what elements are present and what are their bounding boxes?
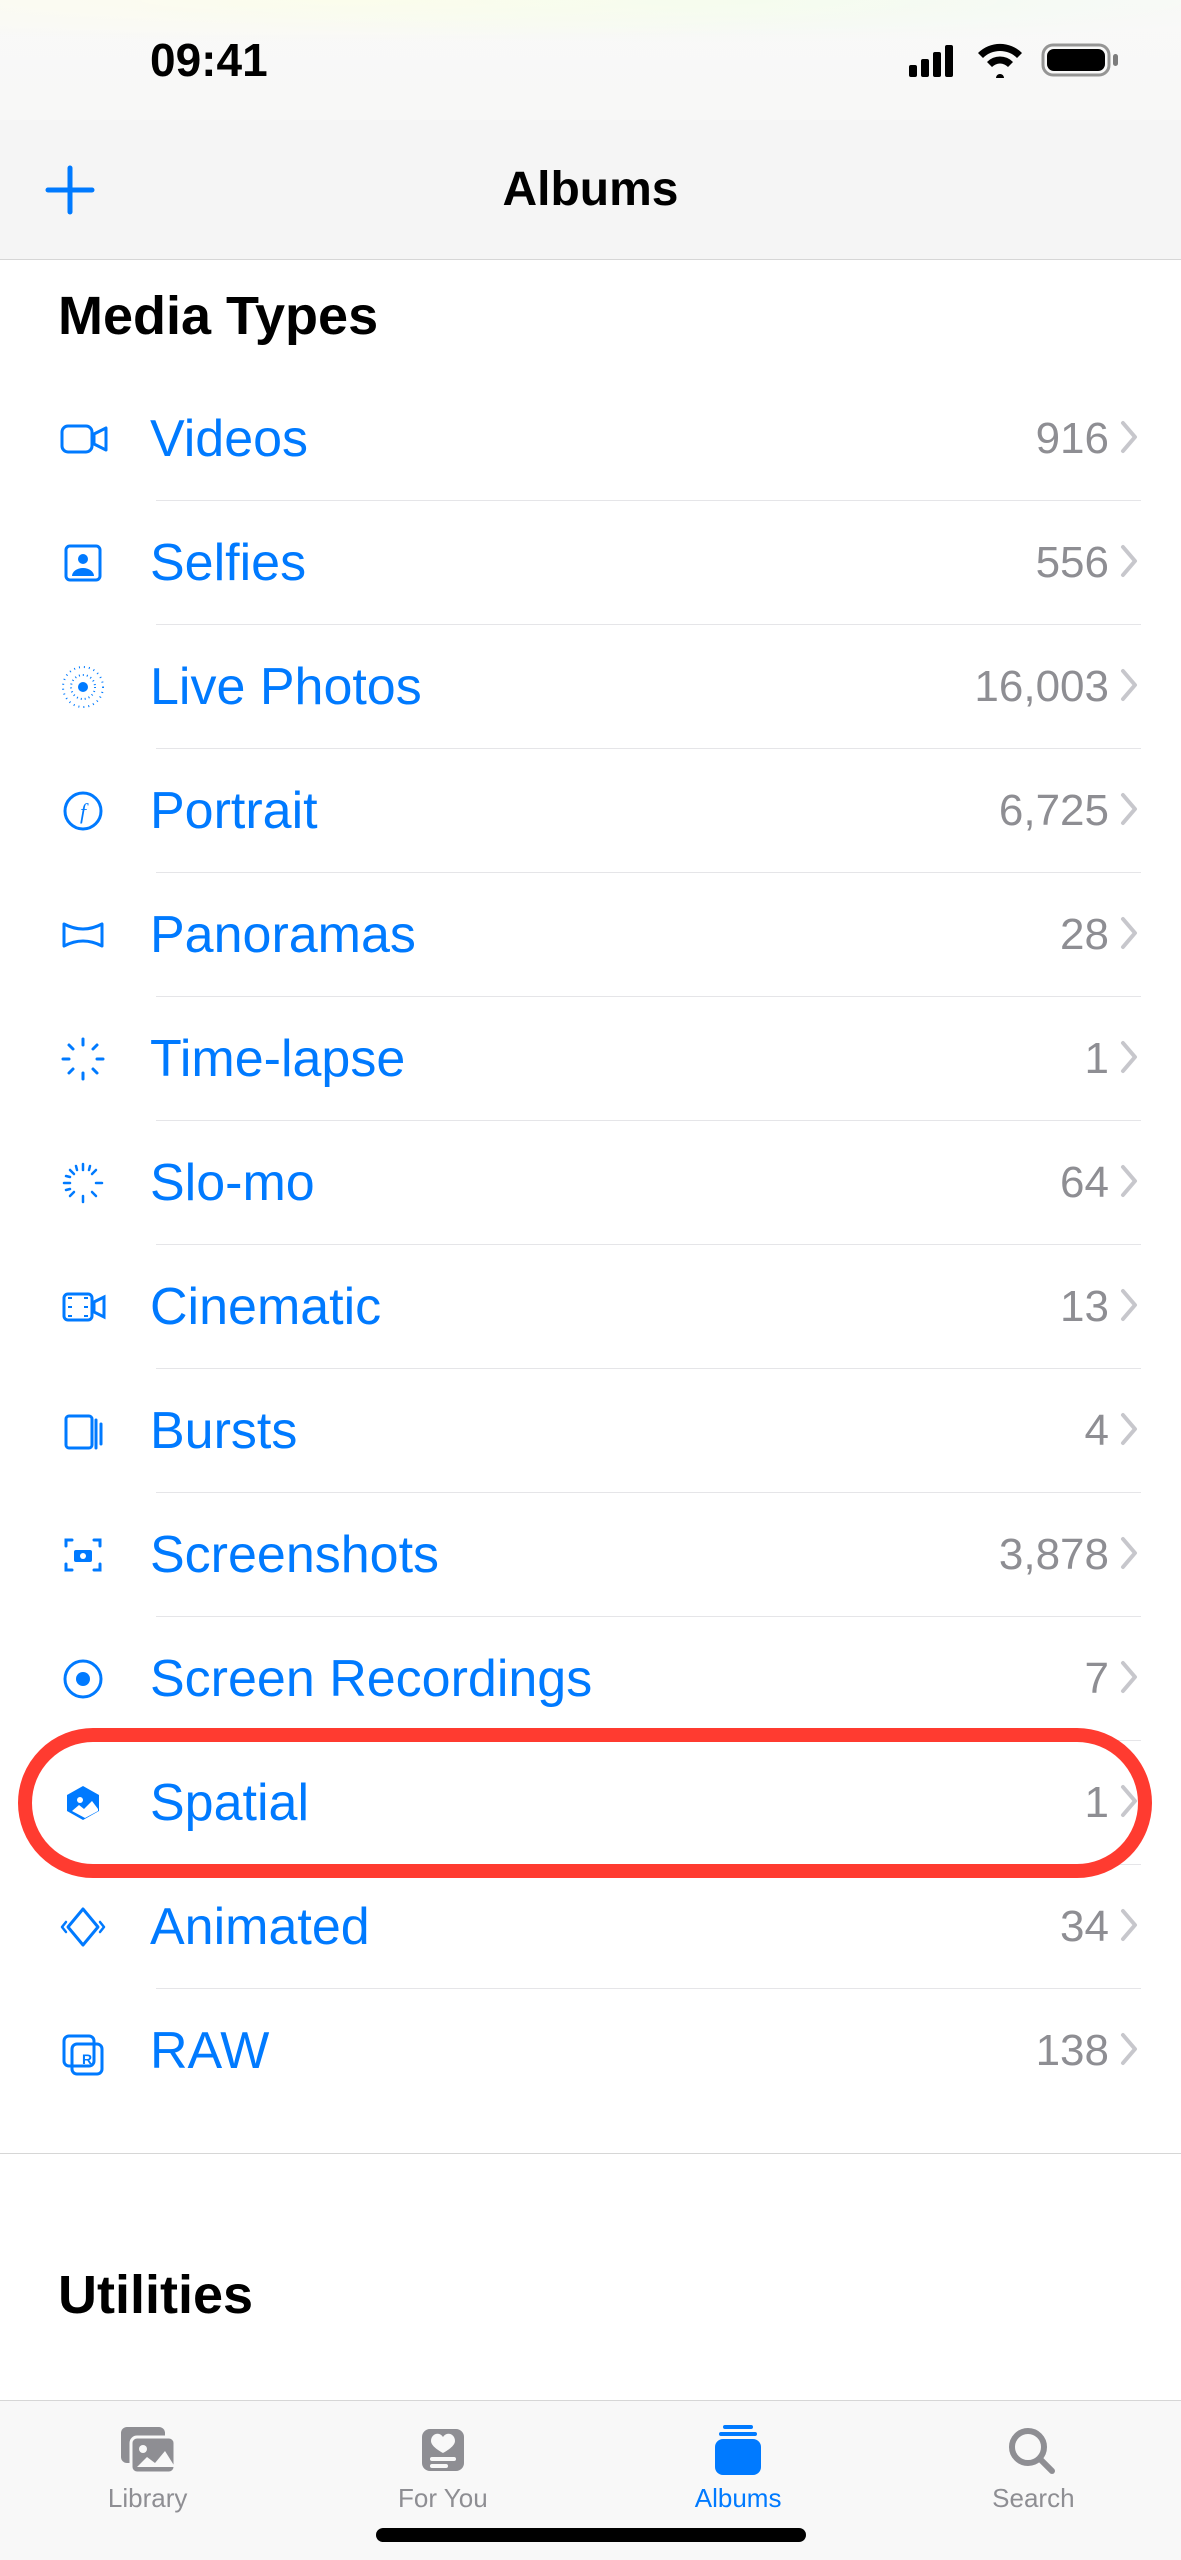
media-row-timelapse[interactable]: Time-lapse 1 [0,997,1181,1121]
selfie-icon [58,538,108,588]
screenshot-icon [58,1530,108,1580]
row-count: 1 [1085,1034,1109,1084]
row-label: Videos [150,409,1036,469]
portrait-icon [58,786,108,836]
row-count: 6,725 [999,786,1109,836]
content: Media Types Videos 916 Selfies 556 Live … [0,260,1181,2400]
media-row-portrait[interactable]: Portrait 6,725 [0,749,1181,873]
chevron-right-icon [1119,1411,1141,1452]
row-count: 4 [1085,1406,1109,1456]
status-indicators [909,41,1121,79]
row-count: 16,003 [974,662,1109,712]
timelapse-icon [58,1034,108,1084]
chevron-right-icon [1119,1783,1141,1824]
home-indicator[interactable] [376,2528,806,2542]
row-label: Spatial [150,1773,1085,1833]
row-label: RAW [150,2021,1036,2081]
pano-icon [58,910,108,960]
row-count: 556 [1036,538,1109,588]
slomo-icon [58,1158,108,1208]
chevron-right-icon [1119,1163,1141,1204]
status-time: 09:41 [150,33,268,87]
chevron-right-icon [1119,1287,1141,1328]
row-count: 34 [1060,1902,1109,1952]
add-button[interactable] [40,160,100,220]
section-utilities: Utilities [0,2153,1181,2356]
live-icon [58,662,108,712]
row-label: Portrait [150,781,999,841]
chevron-right-icon [1119,2031,1141,2072]
tab-label: Library [108,2483,187,2514]
tab-library[interactable]: Library [0,2401,295,2560]
row-label: Cinematic [150,1277,1060,1337]
media-row-raw[interactable]: RAW 138 [0,1989,1181,2113]
screenrec-icon [58,1654,108,1704]
chevron-right-icon [1119,791,1141,832]
row-label: Live Photos [150,657,974,717]
chevron-right-icon [1119,543,1141,584]
row-label: Time-lapse [150,1029,1085,1089]
row-count: 13 [1060,1282,1109,1332]
chevron-right-icon [1119,915,1141,956]
row-label: Screenshots [150,1525,999,1585]
bursts-icon [58,1406,108,1456]
media-row-animated[interactable]: Animated 34 [0,1865,1181,1989]
media-row-video[interactable]: Videos 916 [0,377,1181,501]
chevron-right-icon [1119,1039,1141,1080]
row-label: Animated [150,1897,1060,1957]
animated-icon [58,1902,108,1952]
row-label: Panoramas [150,905,1060,965]
row-label: Screen Recordings [150,1649,1085,1709]
raw-icon [58,2026,108,2076]
row-count: 3,878 [999,1530,1109,1580]
media-row-screenshot[interactable]: Screenshots 3,878 [0,1493,1181,1617]
chevron-right-icon [1119,1659,1141,1700]
media-row-cinematic[interactable]: Cinematic 13 [0,1245,1181,1369]
media-row-live[interactable]: Live Photos 16,003 [0,625,1181,749]
row-label: Slo-mo [150,1153,1060,1213]
media-row-spatial[interactable]: Spatial 1 [0,1741,1181,1865]
row-count: 1 [1085,1778,1109,1828]
tab-label: Search [992,2483,1074,2514]
status-bar: 09:41 [0,0,1181,120]
chevron-right-icon [1119,667,1141,708]
row-count: 916 [1036,414,1109,464]
media-row-bursts[interactable]: Bursts 4 [0,1369,1181,1493]
tab-label: Albums [695,2483,782,2514]
row-count: 28 [1060,910,1109,960]
media-row-pano[interactable]: Panoramas 28 [0,873,1181,997]
chevron-right-icon [1119,1907,1141,1948]
chevron-right-icon [1119,419,1141,460]
media-row-selfie[interactable]: Selfies 556 [0,501,1181,625]
nav-title: Albums [502,162,678,217]
chevron-right-icon [1119,1535,1141,1576]
cinematic-icon [58,1282,108,1332]
row-label: Selfies [150,533,1036,593]
spatial-icon [58,1778,108,1828]
tab-bar: Library For You Albums Search [0,2400,1181,2560]
row-count: 64 [1060,1158,1109,1208]
row-count: 138 [1036,2026,1109,2076]
nav-header: Albums [0,120,1181,260]
row-label: Bursts [150,1401,1085,1461]
section-media-types: Media Types [0,260,1181,377]
wifi-icon [975,42,1025,78]
cellular-icon [909,43,959,77]
media-row-slomo[interactable]: Slo-mo 64 [0,1121,1181,1245]
tab-label: For You [398,2483,488,2514]
video-icon [58,414,108,464]
media-row-screenrec[interactable]: Screen Recordings 7 [0,1617,1181,1741]
battery-icon [1041,41,1121,79]
row-count: 7 [1085,1654,1109,1704]
tab-search[interactable]: Search [886,2401,1181,2560]
